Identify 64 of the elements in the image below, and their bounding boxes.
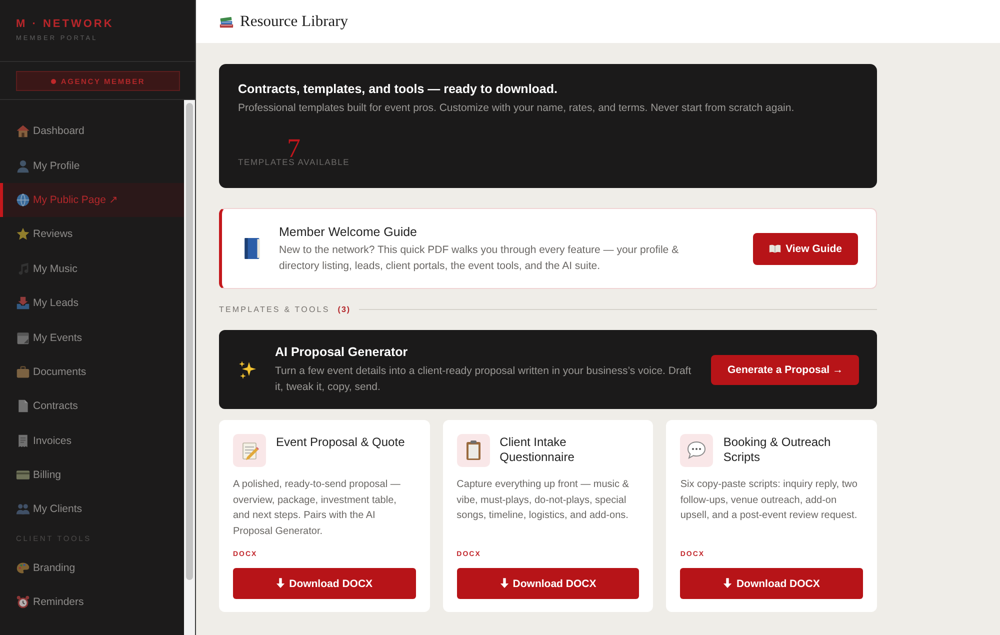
template-description: Capture everything up front — music & vibe, must-plays, do-not-plays, special songs, timeline, logistics, and add-ons. <box>456 478 630 523</box>
nav-item[interactable]: My Leads <box>0 286 184 320</box>
nav-item[interactable]: Dashboard <box>0 114 184 148</box>
hero-subtitle: Professional templates built for event pros. Customize with your name, rates, and terms. Never start from scratch again. <box>238 101 796 115</box>
status-dot-icon <box>50 78 56 84</box>
book-icon <box>242 237 262 260</box>
sparkles-icon <box>238 360 258 380</box>
star-icon <box>16 227 30 242</box>
clipboard-icon <box>456 434 490 467</box>
template-description: Six copy-paste scripts: inquiry reply, two follow-ups, venue outreach, add-on upsell, and a post-event review request. <box>680 478 858 523</box>
view-guide-button[interactable]: View Guide <box>752 232 858 264</box>
section-count: (3) <box>338 305 351 314</box>
hero-title: Contracts, templates, and tools — ready to download. <box>238 81 558 97</box>
download-button[interactable]: Download DOCX <box>233 568 416 599</box>
page-title: Resource Library <box>240 12 348 30</box>
nav-item[interactable]: My Public Page ↗ <box>0 182 184 218</box>
nav-item[interactable]: Branding <box>0 550 184 586</box>
house-icon <box>16 124 30 138</box>
briefcase-icon <box>16 364 30 379</box>
download-button[interactable]: Download DOCX <box>456 568 640 599</box>
music-note-icon <box>16 262 30 276</box>
palette-icon <box>16 560 30 575</box>
download-button[interactable]: Download DOCX <box>680 568 863 599</box>
person-icon <box>16 158 30 173</box>
alarm-clock-icon <box>16 595 30 610</box>
guide-title: Member Welcome Guide <box>279 224 418 240</box>
nav-item[interactable]: Billing <box>0 458 184 492</box>
people-icon <box>16 502 30 516</box>
nav-item[interactable]: Reviews <box>0 217 184 252</box>
credit-card-icon <box>16 468 30 482</box>
globe-icon <box>16 192 30 207</box>
download-icon <box>276 578 286 589</box>
nav-item[interactable]: Contracts <box>0 389 184 424</box>
nav-item[interactable]: Invoices <box>0 424 184 458</box>
nav-item[interactable]: My Events <box>0 320 184 355</box>
scrollbar-thumb[interactable] <box>186 103 193 580</box>
nav-item[interactable]: Documents <box>0 354 184 390</box>
section-label: TEMPLATES & TOOLS <box>219 305 330 314</box>
nav-item[interactable]: Reminders <box>0 585 184 620</box>
brand-title: M · NETWORK <box>16 17 114 31</box>
nav-item[interactable]: My Music <box>0 252 184 286</box>
tool-description: Turn a few event details into a client-ready proposal written in your business’s voice. Draft it, tweak it, copy, send. <box>275 364 692 395</box>
calendar-icon <box>16 330 30 345</box>
memo-pencil-icon <box>233 434 266 467</box>
generate-proposal-button[interactable]: Generate a Proposal → <box>711 354 859 384</box>
stat-value: 7 <box>287 137 301 159</box>
guide-description: New to the network? This quick PDF walks you through every feature — your profile & directory listing, leads, client portals, the event tools, and the AI suite. <box>279 242 680 274</box>
template-title: Client Intake Questionnaire <box>500 435 576 465</box>
download-icon <box>723 578 732 589</box>
scrollbar-track[interactable] <box>184 100 195 635</box>
open-book-icon <box>768 244 781 253</box>
tool-title: AI Proposal Generator <box>275 344 409 360</box>
template-description: A polished, ready-to-send proposal — overview, package, investment table, and next steps. Pairs with the AI Proposal Generator. <box>233 478 402 538</box>
speech-bubble-icon <box>680 434 714 467</box>
document-icon <box>16 399 30 414</box>
receipt-icon <box>16 434 30 448</box>
books-icon <box>219 14 234 29</box>
stat-label: TEMPLATES AVAILABLE <box>238 157 350 168</box>
template-title: Event Proposal & Quote <box>276 435 405 450</box>
inbox-tray-icon <box>16 296 30 310</box>
template-title: Booking & Outreach Scripts <box>723 435 832 465</box>
nav-item[interactable]: My Clients <box>0 492 184 527</box>
nav-item[interactable]: My Profile <box>0 148 184 183</box>
download-icon <box>500 578 509 589</box>
